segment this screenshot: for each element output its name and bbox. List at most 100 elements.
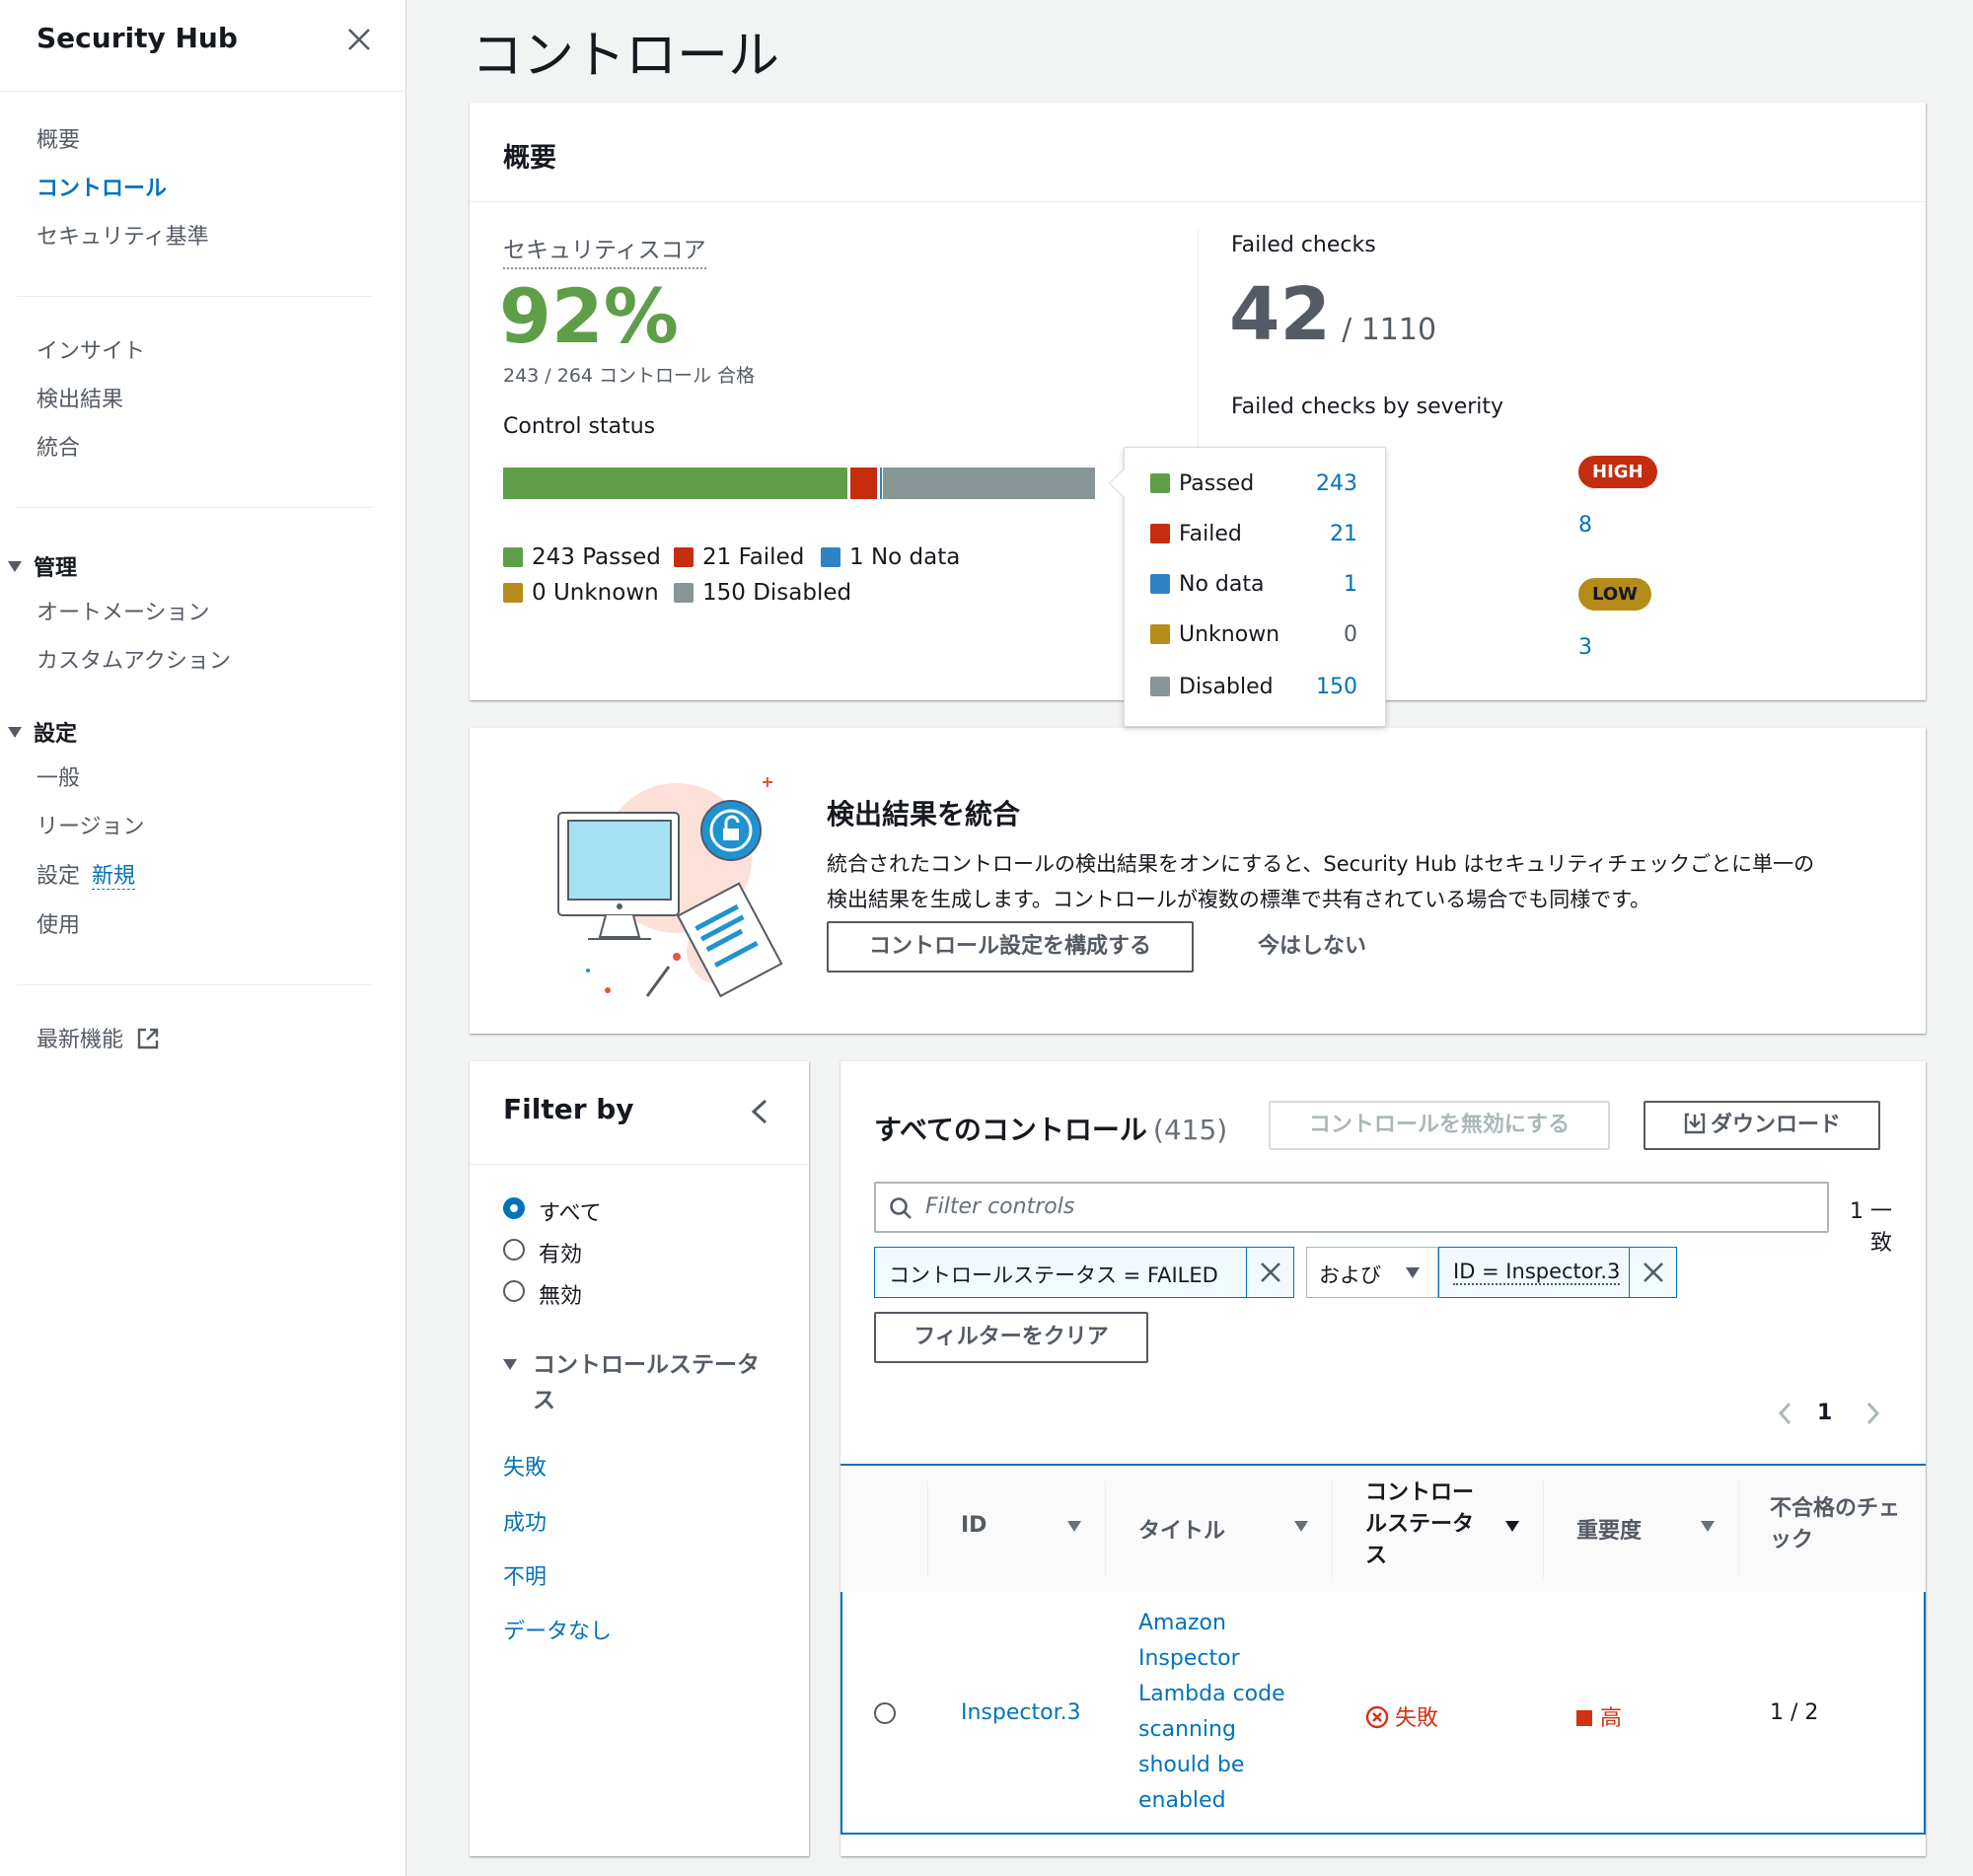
column-header-id[interactable]: ID: [961, 1513, 986, 1538]
failed-checks-label: Failed checks: [1231, 233, 1376, 257]
failed-swatch: [674, 547, 694, 567]
unknown-swatch: [503, 583, 523, 603]
popover-row-disabled: Disabled 150: [1150, 675, 1357, 699]
legend-passed: 243 Passed: [503, 544, 661, 570]
filter-link-passed[interactable]: 成功: [503, 1505, 547, 1537]
nav-overview[interactable]: 概要: [37, 126, 80, 156]
control-status-label: Control status: [503, 414, 656, 439]
new-badge[interactable]: 新規: [92, 864, 136, 890]
filter-panel: Filter by すべて 有効 無効 コントロールステータ ス 失敗 成功 不…: [470, 1061, 809, 1856]
divider: [470, 201, 1926, 202]
status-bar-segment-no-data[interactable]: [880, 468, 882, 499]
column-header-severity[interactable]: 重要度: [1576, 1513, 1642, 1545]
collapse-chevron-left-icon[interactable]: [746, 1095, 775, 1128]
consolidate-description: 統合されたコントロールの検出結果をオンにすると、Security Hub はセキ…: [827, 852, 1815, 911]
row-select-radio[interactable]: [874, 1702, 896, 1724]
radio-disabled[interactable]: 無効: [503, 1278, 582, 1310]
security-score-detail: 243 / 264 コントロール 合格: [503, 365, 756, 387]
status-bar-segment-disabled[interactable]: [883, 468, 1095, 499]
filter-link-no-data[interactable]: データなし: [503, 1614, 612, 1645]
divider: [17, 984, 372, 985]
sidebar: Security Hub 概要 コントロール セキュリティ基準 インサイト 検出…: [0, 0, 406, 1876]
disabled-swatch: [1150, 677, 1170, 696]
security-score-label[interactable]: セキュリティスコア: [503, 231, 706, 269]
filter-token-id: ID = Inspector.3: [1438, 1247, 1677, 1298]
severity-count-high[interactable]: 8: [1578, 513, 1592, 538]
disable-control-button[interactable]: コントロールを無効にする: [1269, 1101, 1610, 1150]
row-status: 失敗: [1365, 1700, 1438, 1732]
severity-square-icon: [1576, 1710, 1592, 1726]
radio-enabled[interactable]: 有効: [503, 1237, 582, 1268]
consolidate-title: 検出結果を統合: [827, 798, 1021, 830]
nav-insights[interactable]: インサイト: [37, 337, 145, 367]
legend-failed: 21 Failed: [674, 544, 804, 570]
nav-findings[interactable]: 検出結果: [37, 386, 123, 415]
nav-custom-actions[interactable]: カスタムアクション: [37, 647, 231, 677]
nav-whats-new[interactable]: 最新機能: [37, 1026, 160, 1055]
popover-row-failed: Failed 21: [1150, 522, 1357, 546]
row-control-title[interactable]: Amazon Inspector Lambda code scanning sh…: [1138, 1606, 1285, 1819]
prev-page-chevron-left-icon[interactable]: [1774, 1397, 1797, 1430]
search-input[interactable]: Filter controls: [874, 1182, 1829, 1233]
column-divider: [1738, 1481, 1739, 1578]
unknown-swatch: [1150, 624, 1170, 644]
column-divider: [1105, 1481, 1106, 1578]
radio-all[interactable]: すべて: [503, 1195, 602, 1227]
not-now-button[interactable]: 今はしない: [1239, 921, 1385, 973]
row-failed-checks: 1 / 2: [1770, 1700, 1819, 1725]
nav-group-settings[interactable]: 設定: [8, 716, 77, 748]
remove-token-close-icon[interactable]: [1246, 1248, 1293, 1297]
severity-count-low[interactable]: 3: [1578, 635, 1592, 660]
nav-usage[interactable]: 使用: [37, 911, 80, 941]
popover-row-passed: Passed 243: [1150, 471, 1357, 496]
radio-button: [503, 1197, 525, 1219]
nav-settings-new[interactable]: 設定 新規: [37, 862, 136, 892]
divider: [0, 91, 406, 92]
divider: [17, 296, 372, 297]
sort-icon[interactable]: [1067, 1521, 1081, 1532]
filter-link-failed[interactable]: 失敗: [503, 1450, 547, 1481]
search-icon: [890, 1197, 912, 1219]
nav-group-admin[interactable]: 管理: [8, 550, 77, 582]
remove-token-close-icon[interactable]: [1629, 1248, 1676, 1297]
nav-general[interactable]: 一般: [37, 764, 80, 794]
divider: [17, 507, 372, 508]
row-control-id[interactable]: Inspector.3: [961, 1700, 1081, 1725]
popover-row-no-data: No data 1: [1150, 572, 1357, 597]
filter-link-unknown[interactable]: 不明: [503, 1559, 547, 1591]
nav-security-standards[interactable]: セキュリティ基準: [37, 223, 209, 253]
status-popover: Passed 243 Failed 21 No data 1 Unknown 0 Dis…: [1124, 447, 1386, 727]
sort-icon[interactable]: [1294, 1521, 1308, 1532]
nav-automations[interactable]: オートメーション: [37, 599, 210, 628]
control-status-bar[interactable]: [503, 468, 1097, 499]
operator-select[interactable]: および: [1306, 1247, 1438, 1298]
caret-down-icon: [8, 727, 22, 738]
column-header-title[interactable]: タイトル: [1138, 1513, 1225, 1545]
nav-integrations[interactable]: 統合: [37, 434, 80, 464]
download-button[interactable]: ダウンロード: [1644, 1101, 1880, 1150]
page-number[interactable]: 1: [1817, 1401, 1832, 1425]
divider: [470, 1164, 809, 1165]
passed-swatch: [1150, 473, 1170, 493]
clear-filters-button[interactable]: フィルターをクリア: [874, 1312, 1148, 1363]
sort-desc-icon[interactable]: [1505, 1521, 1519, 1532]
status-bar-segment-passed[interactable]: [503, 468, 847, 499]
legend-no-data: 1 No data: [821, 544, 960, 570]
status-filter-group[interactable]: コントロールステータ ス: [503, 1347, 760, 1418]
no-data-swatch: [1150, 574, 1170, 594]
match-count: 1 一致: [1850, 1199, 1892, 1256]
nav-controls[interactable]: コントロール: [37, 175, 167, 204]
column-header-failed-checks[interactable]: 不合格のチェ ック: [1770, 1493, 1900, 1556]
caret-down-icon: [503, 1359, 517, 1370]
close-icon[interactable]: [343, 24, 375, 55]
status-bar-segment-failed[interactable]: [850, 468, 877, 499]
failed-swatch: [1150, 524, 1170, 543]
nav-regions[interactable]: リージョン: [37, 813, 145, 842]
next-page-chevron-right-icon[interactable]: [1861, 1397, 1884, 1430]
security-score-value: 92%: [499, 272, 679, 360]
column-header-control-status[interactable]: コントロー ルステータス: [1365, 1478, 1474, 1572]
sort-icon[interactable]: [1701, 1521, 1715, 1532]
disabled-swatch: [674, 583, 694, 603]
legend-unknown: 0 Unknown: [503, 580, 659, 606]
configure-controls-button[interactable]: コントロール設定を構成する: [827, 921, 1194, 973]
